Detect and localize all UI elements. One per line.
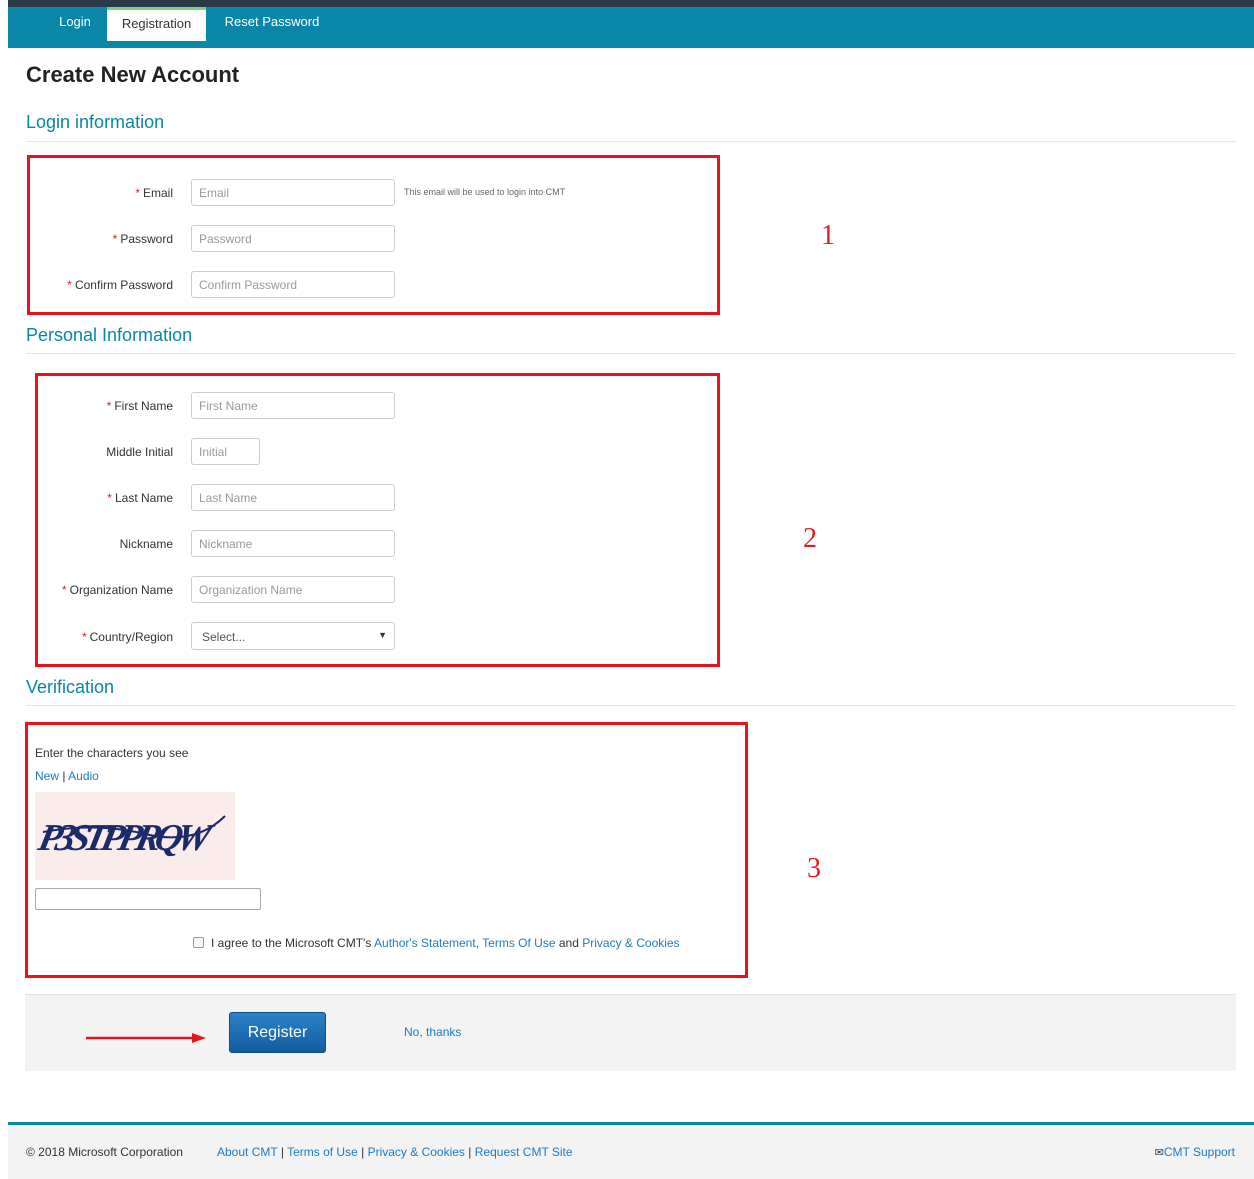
password-label: * Password — [0, 232, 173, 246]
confirm-password-label: * Confirm Password — [0, 278, 173, 292]
required-asterisk: * — [112, 232, 118, 246]
footer — [8, 1122, 1254, 1179]
terms-of-use-link[interactable]: Terms Of Use — [482, 936, 555, 950]
footer-link-privacy[interactable]: Privacy & Cookies — [368, 1145, 465, 1159]
footer-separator: | — [361, 1145, 365, 1159]
captcha-glyphs: P3STPPRQW — [34, 815, 226, 859]
last-name-field[interactable] — [191, 484, 395, 511]
tab-login[interactable]: Login — [51, 7, 99, 41]
footer-separator: | — [468, 1145, 472, 1159]
page-title: Create New Account — [26, 62, 240, 87]
footer-link-request-site[interactable]: Request CMT Site — [475, 1145, 573, 1159]
agree-comma: , — [475, 936, 480, 950]
captcha-prompt: Enter the characters you see — [35, 746, 189, 760]
captcha-text: P3STPPRQW — [35, 817, 218, 859]
agree-and: and — [558, 936, 579, 950]
confirm-password-field[interactable] — [191, 271, 395, 298]
action-bar — [25, 994, 1236, 1071]
email-help-text: This email will be used to login into CM… — [404, 187, 566, 197]
annotation-number-1: 1 — [821, 220, 835, 251]
section-title-verification: Verification — [26, 677, 115, 697]
nickname-label: Nickname — [119, 537, 173, 551]
divider — [26, 705, 1236, 706]
footer-separator: | — [280, 1145, 284, 1159]
country-label: * Country/Region — [0, 630, 173, 644]
password-field[interactable] — [191, 225, 395, 252]
tab-reset-password[interactable]: Reset Password — [213, 7, 331, 41]
captcha-input[interactable] — [35, 888, 261, 910]
organization-label-text: Organization Name — [69, 583, 173, 597]
no-thanks-link[interactable]: No, thanks — [404, 1025, 461, 1039]
divider — [26, 141, 1236, 142]
required-asterisk: * — [81, 630, 87, 644]
footer-link-about[interactable]: About CMT — [217, 1145, 277, 1159]
footer-support-link[interactable]: ✉CMT Support — [1155, 1145, 1235, 1159]
required-asterisk: * — [67, 278, 72, 292]
email-label-text: Email — [142, 186, 173, 200]
first-name-field[interactable] — [191, 392, 395, 419]
register-button[interactable]: Register — [229, 1012, 326, 1053]
footer-links: About CMT | Terms of Use | Privacy & Coo… — [217, 1145, 573, 1159]
agree-text: I agree to the Microsoft CMT's Author's … — [211, 936, 680, 950]
last-name-label-text: Last Name — [114, 491, 173, 505]
required-asterisk: * — [135, 186, 140, 200]
middle-initial-label: Middle Initial — [106, 445, 173, 459]
middle-initial-field[interactable] — [191, 438, 260, 465]
password-label-text: Password — [120, 232, 173, 246]
section-title-login: Login information — [26, 112, 165, 132]
footer-link-terms[interactable]: Terms of Use — [287, 1145, 358, 1159]
captcha-audio-link[interactable]: Audio — [68, 769, 99, 783]
annotation-number-2: 2 — [803, 523, 817, 554]
agree-prefix: I agree to the Microsoft CMT's — [211, 936, 372, 950]
first-name-label: * First Name — [0, 399, 173, 413]
red-arrow-icon — [86, 1033, 206, 1043]
required-asterisk: * — [106, 399, 112, 413]
footer-copyright: © 2018 Microsoft Corporation — [26, 1145, 183, 1159]
organization-label: * Organization Name — [0, 583, 173, 597]
agree-checkbox[interactable] — [193, 937, 204, 948]
captcha-links: New | Audio — [35, 769, 99, 783]
tab-registration[interactable]: Registration — [107, 7, 206, 41]
section-title-personal: Personal Information — [26, 325, 193, 345]
email-field[interactable] — [191, 179, 395, 206]
captcha-image: P3STPPRQW — [34, 792, 235, 880]
privacy-cookies-link[interactable]: Privacy & Cookies — [582, 936, 679, 950]
last-name-label: * Last Name — [0, 491, 173, 505]
required-asterisk: * — [107, 491, 112, 505]
confirm-password-label-text: Confirm Password — [74, 278, 173, 292]
captcha-new-link[interactable]: New — [35, 769, 59, 783]
nickname-field[interactable] — [191, 530, 395, 557]
first-name-label-text: First Name — [114, 399, 173, 413]
country-select[interactable]: Select... ▼ — [191, 622, 395, 650]
country-label-text: Country/Region — [89, 630, 173, 644]
email-label: * Email — [0, 186, 173, 200]
footer-support-label: CMT Support — [1163, 1145, 1235, 1159]
authors-statement-link[interactable]: Author's Statement — [374, 936, 476, 950]
caret-down-icon: ▼ — [378, 630, 387, 640]
envelope-icon: ✉ — [1154, 1147, 1164, 1159]
divider — [26, 353, 1236, 354]
organization-field[interactable] — [191, 576, 395, 603]
country-select-value: Select... — [202, 630, 246, 644]
captcha-link-divider: | — [62, 769, 66, 783]
required-asterisk: * — [61, 583, 67, 597]
annotation-number-3: 3 — [807, 853, 821, 884]
